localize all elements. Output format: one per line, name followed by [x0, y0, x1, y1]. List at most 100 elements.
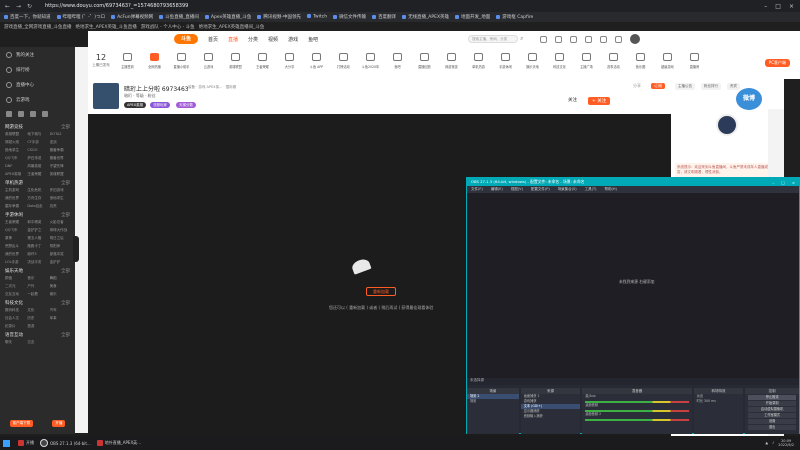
bookmark-item[interactable]: 哔哩哔哩 (゜-゜)つロ: [57, 14, 106, 20]
sidebar-category-link[interactable]: 明日之后: [50, 236, 70, 241]
sidebar-category-link[interactable]: 历史: [27, 316, 47, 321]
sidebar-category-link[interactable]: 阴阳师: [50, 244, 70, 249]
category-item[interactable]: 直播小助手: [168, 53, 195, 69]
bookmark-item[interactable]: 腾讯视频-中国领先: [257, 14, 301, 20]
category-item[interactable]: 赛事活动: [600, 53, 627, 69]
category-item[interactable]: 鱼吧: [384, 53, 411, 69]
sidebar-category-link[interactable]: 魔兽世界: [50, 156, 70, 161]
url-field[interactable]: https://www.douyu.com/6973463?_=15746807…: [45, 3, 188, 9]
taskbar-app[interactable]: 开播: [18, 440, 34, 446]
sidebar-category-link[interactable]: 美食: [50, 284, 70, 289]
sidebar-category-link[interactable]: 户外: [27, 284, 47, 289]
reload-icon[interactable]: ↻: [26, 3, 33, 10]
chat-anchor-avatar[interactable]: [716, 114, 738, 136]
bookmark-item[interactable]: 无线直播_APEX英雄: [402, 14, 449, 20]
category-item[interactable]: 斗鱼 APP: [303, 53, 330, 69]
sidebar-category-link[interactable]: Dota自走: [27, 204, 47, 209]
stop-streaming-button[interactable]: 停止推流: [748, 395, 796, 400]
exit-button[interactable]: 退出: [748, 425, 796, 430]
sidebar-category-link[interactable]: 交友互动: [5, 292, 25, 297]
sidebar-category-link[interactable]: 怀旧游戏: [50, 188, 70, 193]
sidebar-category-link[interactable]: 方舟生存: [27, 196, 47, 201]
taskbar-app-obs[interactable]: OBS 27.1.3 (64-bit...: [40, 439, 91, 447]
start-button[interactable]: [0, 436, 12, 450]
bookmark-item[interactable]: Twitch: [307, 14, 327, 20]
sidebar-category-link[interactable]: 军事: [50, 316, 70, 321]
category-item[interactable]: 打榜活动: [330, 53, 357, 69]
browser-tab[interactable]: 绝地求生_APEX英雄_斗鱼直播: [76, 24, 137, 30]
category-item[interactable]: 全网热播: [141, 53, 168, 69]
sidebar-category-link[interactable]: 金铲铲之: [27, 228, 47, 233]
sidebar-category-link[interactable]: QQ飞车: [5, 156, 25, 161]
maximize-icon[interactable]: □: [775, 3, 781, 10]
minimize-icon[interactable]: –: [764, 3, 767, 10]
bookmark-item[interactable]: Apex英雄直播_斗鱼: [205, 14, 252, 20]
sidebar-category-link[interactable]: 舞蹈: [50, 276, 70, 281]
start-broadcast-button[interactable]: 开播: [52, 419, 66, 427]
sidebar-category-link[interactable]: 英雄联盟: [5, 132, 25, 137]
sidebar-category-link[interactable]: 跑跑卡丁: [27, 244, 47, 249]
bookmark-item[interactable]: 微信文件传输: [333, 14, 366, 20]
date-box[interactable]: 12 上期已发布: [88, 53, 114, 68]
sidebar-category-link[interactable]: 颜值: [5, 276, 25, 281]
close-icon[interactable]: ×: [792, 180, 795, 185]
sidebar-category-link[interactable]: 我的世界: [5, 196, 25, 201]
category-item[interactable]: 科技文化: [546, 53, 573, 69]
bookmark-item[interactable]: AcFun弹幕视频网: [111, 14, 153, 20]
browser-tab[interactable]: 游戏直播_全网游戏直播_斗鱼直播: [4, 24, 72, 30]
room-tag[interactable]: 亚服玩家: [150, 102, 170, 108]
nav-game[interactable]: 游戏: [288, 36, 298, 43]
obs-menu-item[interactable]: 文件(F): [471, 187, 483, 192]
pc-client-button[interactable]: PC客户端: [764, 59, 790, 67]
sidebar-category-link[interactable]: 饥荒: [50, 204, 70, 209]
bookmark-item[interactable]: 斗鱼直播_直播间: [159, 14, 199, 20]
category-item[interactable]: 大分享: [276, 53, 303, 69]
broadcast-icon[interactable]: [600, 35, 608, 43]
sidebar-section-more[interactable]: 全部: [61, 300, 70, 306]
sidebar-category-link[interactable]: 文化: [27, 308, 47, 313]
follow-icon[interactable]: [555, 35, 563, 43]
sidebar-category-link[interactable]: 球球大作战: [50, 228, 70, 233]
nav-video[interactable]: 视频: [268, 36, 278, 43]
sidebar-category-link[interactable]: 火影忍者: [50, 220, 70, 225]
search-icon[interactable]: ⌕: [520, 35, 528, 43]
start-recording-button[interactable]: 开始录制: [748, 401, 796, 406]
obs-menu-item[interactable]: 配置文件(P): [531, 187, 550, 192]
obs-menu-item[interactable]: 帮助(H): [605, 187, 617, 192]
studio-mode-button[interactable]: 工作室模式: [748, 413, 796, 418]
sidebar-category-link[interactable]: 一起看: [27, 292, 47, 297]
clock[interactable]: 20:09 2022/6/2: [778, 439, 794, 448]
sidebar-category-link[interactable]: 主机游戏: [5, 188, 25, 193]
category-item[interactable]: 云游戏: [195, 53, 222, 69]
sidebar-category-link[interactable]: 绝地求生: [50, 196, 70, 201]
refresh-button[interactable]: 重新加载: [366, 287, 396, 296]
sidebar-category-link[interactable]: 穿越火线: [5, 140, 25, 145]
browser-tab[interactable]: 游戏战队 - 个人中心 - 斗鱼: [141, 24, 195, 30]
scene-item[interactable]: 场景: [467, 399, 519, 404]
sidebar-category-link[interactable]: DOTA2: [50, 132, 70, 137]
category-item[interactable]: 娱乐天地: [519, 53, 546, 69]
shortcut-video-icon[interactable]: [18, 111, 24, 117]
sidebar-category-link[interactable]: LOL手游: [5, 260, 25, 265]
weibo-badge[interactable]: 微博: [736, 88, 762, 110]
sidebar-category-link[interactable]: 我的世界: [5, 252, 25, 257]
task-icon[interactable]: [615, 35, 623, 43]
volume-icon[interactable]: ♪: [772, 441, 774, 445]
virtual-camera-button[interactable]: 启动虚拟摄像机: [748, 407, 796, 412]
anchor-name[interactable]: 暗珩 · 等级 · 粉丝: [124, 93, 156, 99]
bookmark-item[interactable]: 百度一下，你就知道: [4, 14, 51, 20]
category-item[interactable]: 王者荣耀: [249, 53, 276, 69]
network-icon[interactable]: ▲: [765, 441, 768, 445]
close-icon[interactable]: ×: [789, 3, 794, 10]
sidebar-category-link[interactable]: 数码科技: [5, 308, 25, 313]
sidebar-nav-item[interactable]: 我的关注: [0, 47, 75, 62]
sidebar-category-link[interactable]: DNF: [5, 164, 25, 169]
sidebar-category-link[interactable]: 崩坏3: [27, 252, 47, 257]
sidebar-category-link[interactable]: 纪录片: [5, 324, 25, 329]
sidebar-category-link[interactable]: 逆战: [50, 140, 70, 145]
minimize-icon[interactable]: –: [772, 180, 774, 185]
taskbar-app-browser[interactable]: 地外直播_APEX英...: [97, 440, 141, 446]
settings-button[interactable]: 设置: [748, 419, 796, 424]
sidebar-section-more[interactable]: 全部: [61, 332, 70, 338]
obs-menu-item[interactable]: 视图(V): [511, 187, 523, 192]
